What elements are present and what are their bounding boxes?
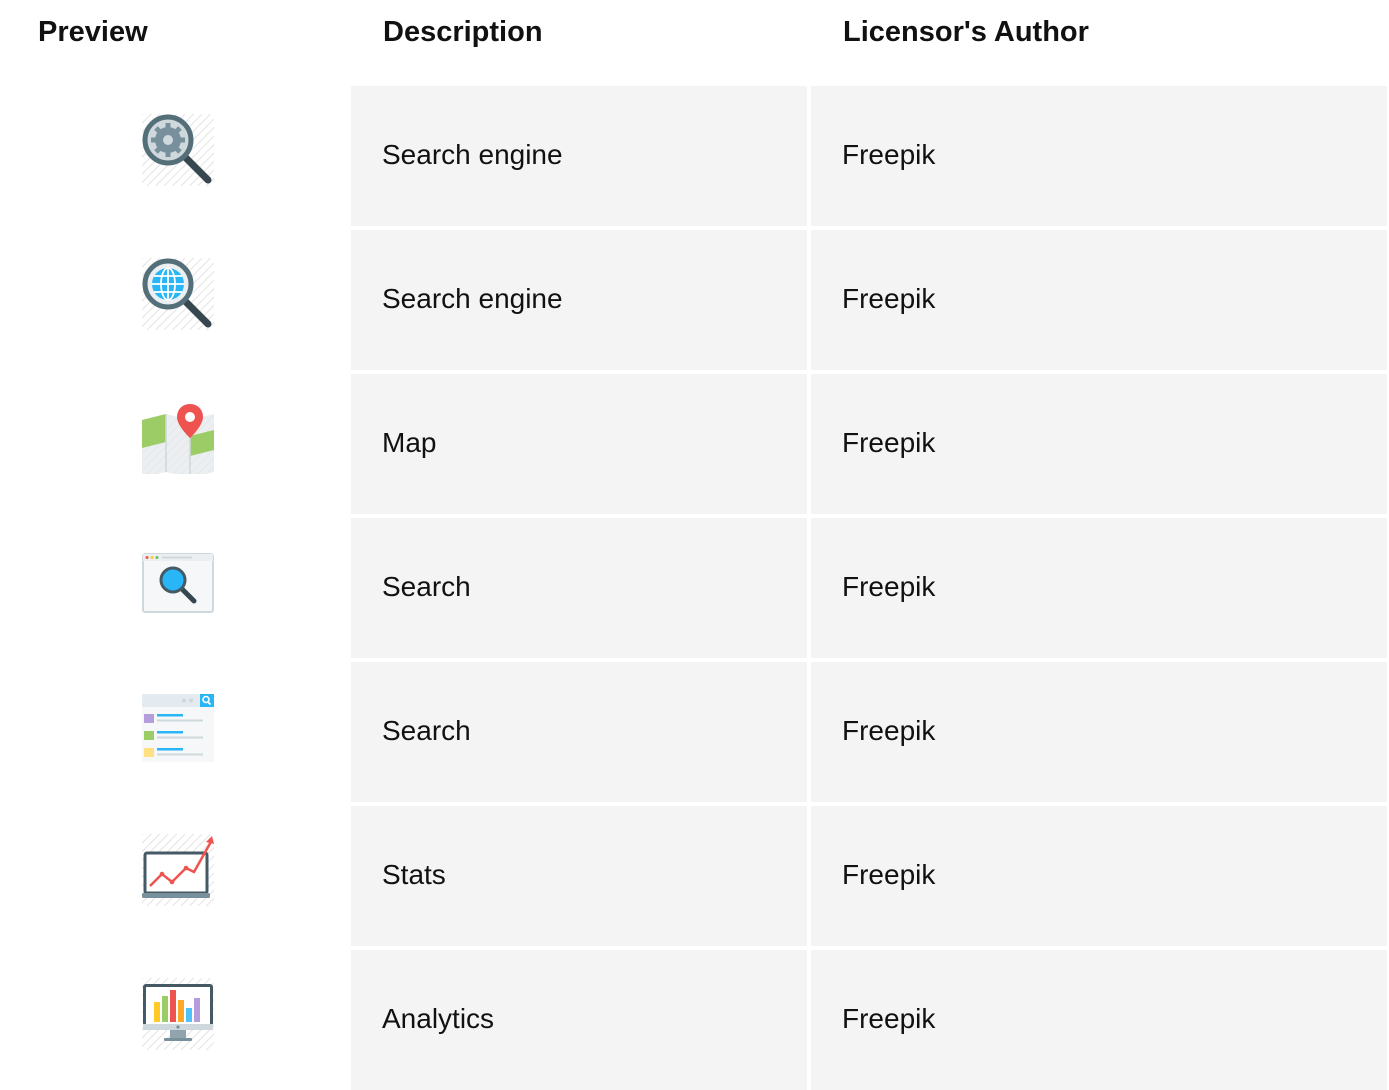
author-text: Freepik (842, 715, 936, 746)
description-cell: Map (351, 374, 807, 514)
map-pin-icon[interactable] (142, 402, 214, 474)
header-author: Licensor's Author (843, 16, 1089, 48)
description-cell: Search engine (351, 230, 807, 370)
preview-cell (0, 662, 350, 802)
description-text: Map (382, 427, 437, 458)
author-text: Freepik (842, 283, 936, 314)
author-text: Freepik (842, 859, 936, 890)
header-description: Description (383, 16, 543, 48)
table-row: Search Freepik (0, 518, 1389, 658)
description-cell: Search engine (351, 86, 807, 226)
preview-cell (0, 86, 350, 226)
author-text: Freepik (842, 139, 936, 170)
author-cell: Freepik (811, 230, 1387, 370)
description-cell: Stats (351, 806, 807, 946)
table-row: Search engine Freepik (0, 230, 1389, 370)
author-cell: Freepik (811, 374, 1387, 514)
author-text: Freepik (842, 571, 936, 602)
description-cell: Search (351, 518, 807, 658)
laptop-stats-icon[interactable] (142, 834, 214, 906)
search-gear-icon[interactable] (142, 114, 214, 186)
preview-cell (0, 230, 350, 370)
table-row: Search Freepik (0, 662, 1389, 802)
header-preview: Preview (38, 16, 148, 48)
preview-cell (0, 518, 350, 658)
search-globe-icon[interactable] (142, 258, 214, 330)
preview-cell (0, 950, 350, 1090)
author-cell: Freepik (811, 950, 1387, 1090)
monitor-analytics-icon[interactable] (142, 978, 214, 1050)
table-row: Analytics Freepik (0, 950, 1389, 1090)
description-text: Search engine (382, 283, 563, 314)
author-text: Freepik (842, 1003, 936, 1034)
author-cell: Freepik (811, 662, 1387, 802)
table-row: Stats Freepik (0, 806, 1389, 946)
description-cell: Search (351, 662, 807, 802)
author-text: Freepik (842, 427, 936, 458)
table-row: Search engine Freepik (0, 86, 1389, 226)
browser-search-icon[interactable] (142, 546, 214, 618)
description-text: Search engine (382, 139, 563, 170)
table-row: Map Freepik (0, 374, 1389, 514)
author-cell: Freepik (811, 806, 1387, 946)
preview-cell (0, 374, 350, 514)
description-text: Search (382, 715, 471, 746)
search-results-icon[interactable] (142, 690, 214, 762)
description-text: Analytics (382, 1003, 495, 1034)
description-cell: Analytics (351, 950, 807, 1090)
description-text: Search (382, 571, 471, 602)
table-header: Preview Description Licensor's Author (0, 0, 1389, 84)
author-cell: Freepik (811, 518, 1387, 658)
description-text: Stats (382, 859, 446, 890)
preview-cell (0, 806, 350, 946)
author-cell: Freepik (811, 86, 1387, 226)
